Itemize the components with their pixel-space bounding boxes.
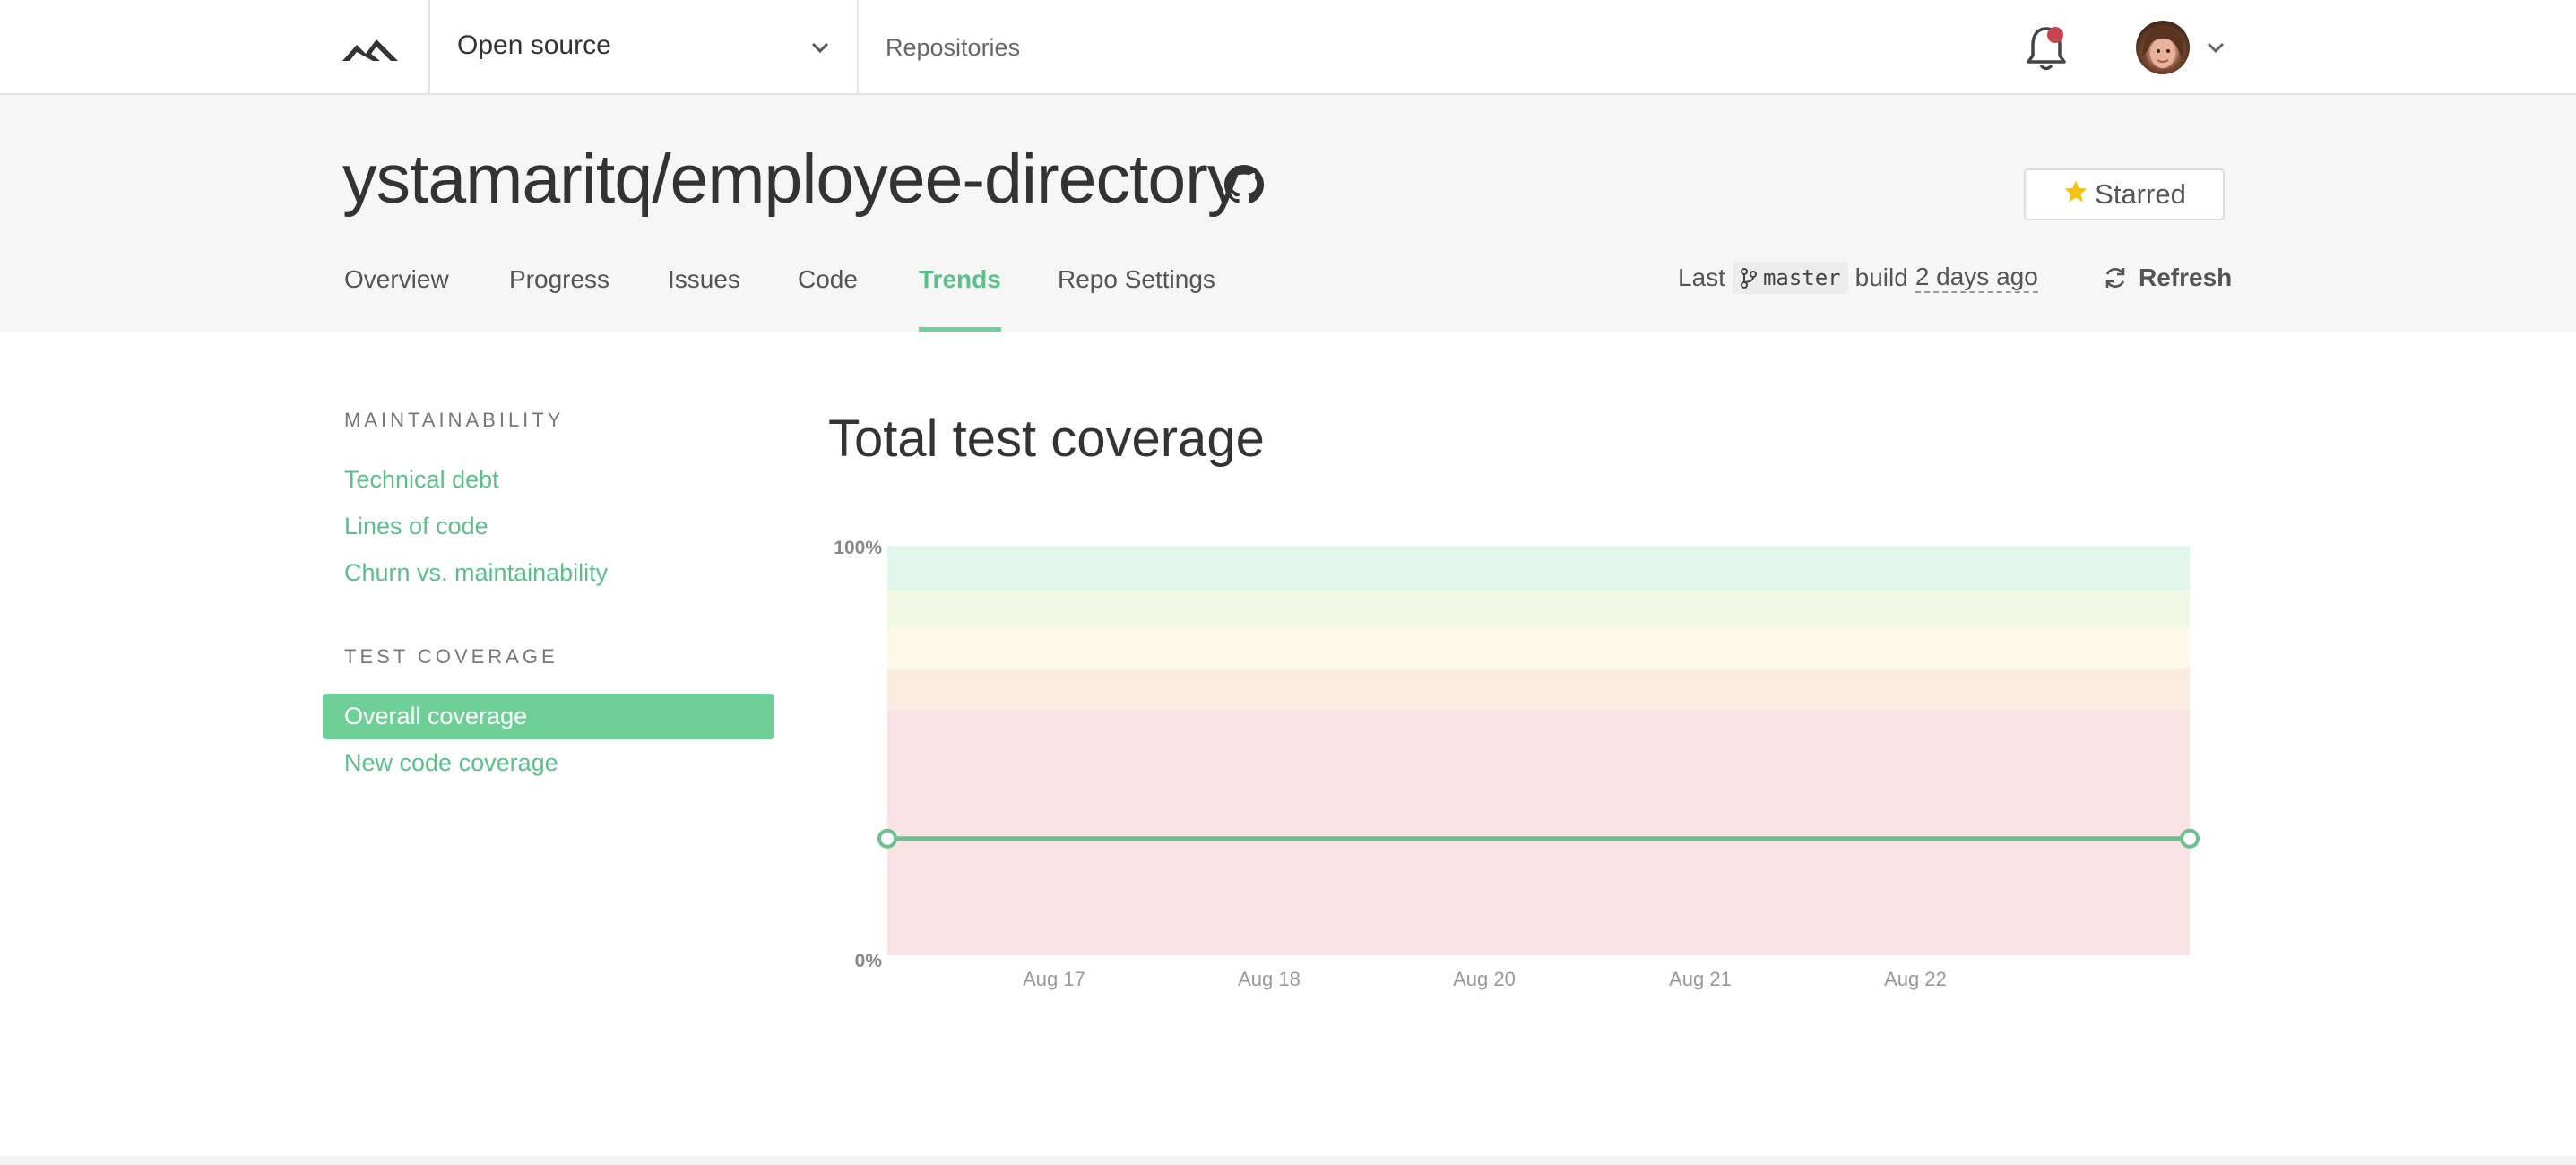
x-tick-label: Aug 17 (1023, 968, 1085, 990)
coverage-band (887, 546, 2190, 591)
coverage-band (887, 627, 2190, 669)
data-point (877, 828, 897, 849)
data-point (2180, 828, 2200, 849)
y-tick-label: 100% (834, 538, 882, 558)
x-tick-label: Aug 20 (1453, 968, 1516, 990)
x-tick-label: Aug 22 (1884, 968, 1947, 990)
coverage-band (887, 591, 2190, 628)
coverage-band (887, 669, 2190, 710)
footer-divider (0, 1156, 2576, 1165)
x-tick-label: Aug 18 (1238, 968, 1301, 990)
x-tick-label: Aug 21 (1669, 968, 1732, 990)
coverage-band (887, 709, 2190, 955)
y-tick-label: 0% (855, 951, 883, 971)
coverage-chart: 100% 0% Aug 17 Aug 18 Aug 20 Aug 21 Aug 22 (834, 538, 2200, 990)
